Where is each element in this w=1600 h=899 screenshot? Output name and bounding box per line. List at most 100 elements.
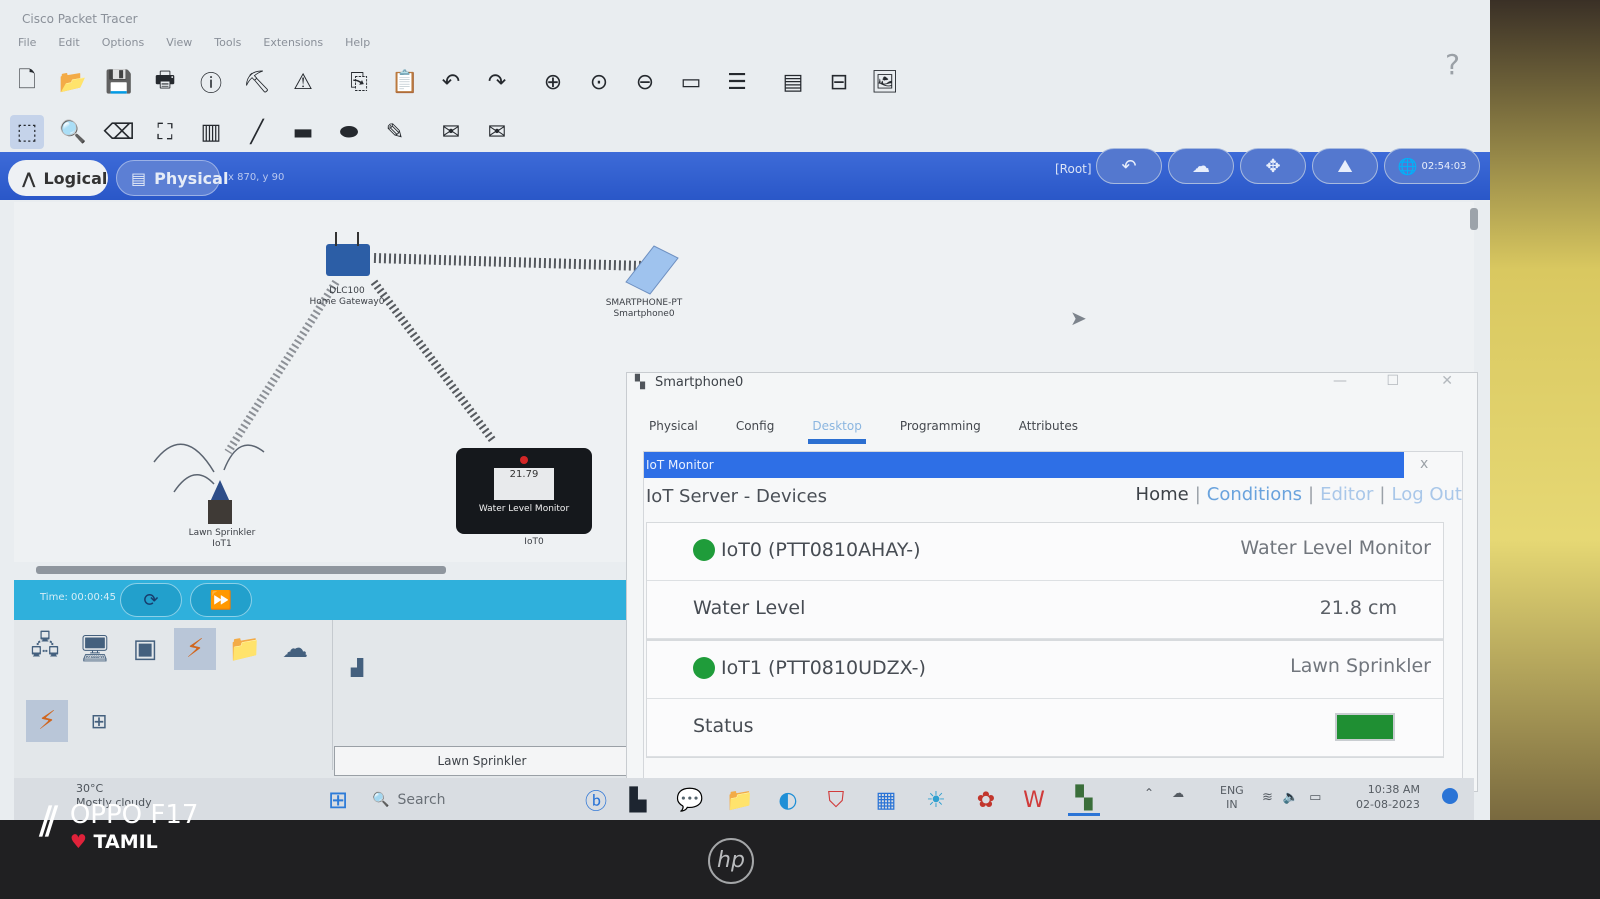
viewport-time[interactable]: 🌐 02:54:03 bbox=[1384, 148, 1480, 184]
wifi-icon[interactable]: ≋ bbox=[1262, 790, 1273, 805]
delete-icon[interactable]: ⌫ bbox=[102, 115, 136, 149]
iot-close-button[interactable]: x bbox=[1420, 456, 1428, 472]
menu-options[interactable]: Options bbox=[102, 36, 144, 56]
nav-conditions[interactable]: Conditions bbox=[1207, 484, 1302, 505]
task-view-icon[interactable]: ▙ bbox=[622, 784, 654, 816]
sprinkler-thumb-icon[interactable]: ▟ bbox=[336, 646, 378, 688]
end-devices-icon[interactable]: 🖥 bbox=[74, 628, 116, 670]
monitor-display: 21.79 bbox=[494, 468, 554, 500]
complex-pdu-icon[interactable]: ✉ bbox=[480, 115, 514, 149]
weather-app-icon[interactable]: ☀ bbox=[920, 784, 952, 816]
taskbar-clock[interactable]: 10:38 AM 02-08-2023 bbox=[1356, 782, 1420, 812]
move-icon[interactable]: ✥ bbox=[1240, 148, 1306, 184]
components-icon[interactable]: ▣ bbox=[124, 628, 166, 670]
zoom-reset-icon[interactable]: ⊙ bbox=[582, 65, 616, 99]
redo-icon[interactable]: ↷ bbox=[480, 65, 514, 99]
misc-icon[interactable]: 📁 bbox=[224, 628, 266, 670]
nav-logout[interactable]: Log Out bbox=[1391, 484, 1462, 505]
volume-icon[interactable]: 🔈 bbox=[1283, 790, 1299, 805]
menu-tools[interactable]: Tools bbox=[214, 36, 241, 56]
inspect-icon[interactable]: 🔍 bbox=[56, 115, 90, 149]
background-image-icon[interactable]: ⛰ bbox=[1312, 148, 1378, 184]
maximize-icon[interactable]: ☐ bbox=[1386, 373, 1399, 389]
paste-icon[interactable]: 📋 bbox=[388, 65, 422, 99]
tab-programming[interactable]: Programming bbox=[896, 415, 985, 444]
menu-extensions[interactable]: Extensions bbox=[263, 36, 323, 56]
wps-icon[interactable]: W bbox=[1018, 784, 1050, 816]
power-cycle-icon[interactable]: ⟳ bbox=[120, 583, 182, 617]
image-icon[interactable]: 🖼 bbox=[868, 65, 902, 99]
viewport-icon[interactable]: ▤ bbox=[776, 65, 810, 99]
mcafee-icon[interactable]: ⛉ bbox=[820, 784, 852, 816]
auto-connection-icon[interactable]: ⚡ bbox=[26, 700, 68, 742]
language-indicator[interactable]: ENG IN bbox=[1220, 784, 1244, 812]
print-icon[interactable]: 🖶 bbox=[148, 65, 182, 99]
save-icon[interactable]: 💾 bbox=[102, 65, 136, 99]
wizard-icon[interactable]: ⛏ bbox=[240, 65, 274, 99]
connections-icon[interactable]: ⚡ bbox=[174, 628, 216, 670]
grid-icon[interactable]: ⊞ bbox=[78, 700, 120, 742]
nav-home[interactable]: Home bbox=[1136, 484, 1189, 505]
tab-logical[interactable]: ⋀ Logical bbox=[8, 160, 108, 196]
cluster-icon[interactable]: ☁ bbox=[1168, 148, 1234, 184]
menu-view[interactable]: View bbox=[166, 36, 192, 56]
info-icon[interactable]: ⓘ bbox=[194, 65, 228, 99]
close-icon[interactable]: ✕ bbox=[1441, 373, 1453, 389]
taskbar-search[interactable]: 🔍 Search bbox=[364, 786, 564, 814]
back-icon[interactable]: ↶ bbox=[1096, 148, 1162, 184]
freeform-icon[interactable]: ✎ bbox=[378, 115, 412, 149]
onedrive-icon[interactable]: ☁ bbox=[1172, 786, 1184, 800]
store-icon[interactable]: ▦ bbox=[870, 784, 902, 816]
bing-icon[interactable]: ⓑ bbox=[580, 784, 612, 816]
chat-icon[interactable]: 💬 bbox=[674, 784, 706, 816]
edge-icon[interactable]: ◐ bbox=[772, 784, 804, 816]
menu-help[interactable]: Help bbox=[345, 36, 370, 56]
packet-tracer-icon[interactable]: ▚ bbox=[1068, 784, 1100, 816]
add-pdu-icon[interactable]: ✉ bbox=[434, 115, 468, 149]
resize-icon[interactable]: ⛶ bbox=[148, 115, 182, 149]
help-icon[interactable]: ? bbox=[1445, 48, 1460, 81]
device-name: IoT0 (PTT0810AHAY-) bbox=[721, 539, 921, 561]
vertical-scrollbar[interactable] bbox=[1470, 208, 1478, 230]
multiuser-icon[interactable]: ☁ bbox=[274, 628, 316, 670]
zoom-in-icon[interactable]: ⊕ bbox=[536, 65, 570, 99]
zoom-out-icon[interactable]: ⊖ bbox=[628, 65, 662, 99]
chevron-up-icon[interactable]: ⌃ bbox=[1144, 786, 1154, 800]
note-icon[interactable]: ▥ bbox=[194, 115, 228, 149]
device-row-header[interactable]: IoT1 (PTT0810UDZX-) Lawn Sprinkler bbox=[647, 641, 1443, 699]
notification-icon[interactable] bbox=[1442, 788, 1458, 804]
palette-icon[interactable]: ▭ bbox=[674, 65, 708, 99]
custom-device-icon[interactable]: ☰ bbox=[720, 65, 754, 99]
tab-attributes[interactable]: Attributes bbox=[1015, 415, 1082, 444]
device-card-iot0: IoT0 (PTT0810AHAY-) Water Level Monitor … bbox=[646, 522, 1444, 640]
undo-icon[interactable]: ↶ bbox=[434, 65, 468, 99]
sprinkler-status-toggle[interactable] bbox=[1335, 713, 1395, 741]
open-folder-icon[interactable]: 📂 bbox=[56, 65, 90, 99]
tab-physical[interactable]: ▤ Physical bbox=[116, 160, 228, 196]
select-icon[interactable]: ⬚ bbox=[10, 115, 44, 149]
weather-temp: 30°C bbox=[76, 782, 104, 795]
network-devices-icon[interactable]: 🖧 bbox=[24, 628, 66, 670]
nav-editor[interactable]: Editor bbox=[1320, 484, 1373, 505]
menu-edit[interactable]: Edit bbox=[58, 36, 79, 56]
windows-start-icon[interactable]: ⊞ bbox=[328, 786, 348, 814]
line-icon[interactable]: ╱ bbox=[240, 115, 274, 149]
app-icon[interactable]: ✿ bbox=[970, 784, 1002, 816]
network-info-icon[interactable]: ⚠ bbox=[286, 65, 320, 99]
fast-forward-icon[interactable]: ⏩ bbox=[190, 583, 252, 617]
menu-file[interactable]: File bbox=[18, 36, 36, 56]
rectangle-icon[interactable]: ▬ bbox=[286, 115, 320, 149]
minimize-icon[interactable]: — bbox=[1333, 373, 1347, 389]
tab-desktop[interactable]: Desktop bbox=[808, 415, 866, 444]
device-row-header[interactable]: IoT0 (PTT0810AHAY-) Water Level Monitor bbox=[647, 523, 1443, 581]
cable-icon[interactable]: ⊟ bbox=[822, 65, 856, 99]
tab-config[interactable]: Config bbox=[732, 415, 779, 444]
horizontal-scrollbar[interactable] bbox=[36, 566, 446, 574]
new-file-icon[interactable]: 🗋 bbox=[10, 65, 44, 99]
tab-physical-device[interactable]: Physical bbox=[645, 415, 702, 444]
water-level-monitor-device[interactable]: 21.79 Water Level Monitor bbox=[456, 448, 592, 534]
copy-icon[interactable]: ⎘ bbox=[342, 65, 376, 99]
ellipse-icon[interactable]: ⬬ bbox=[332, 115, 366, 149]
battery-icon[interactable]: ▭ bbox=[1309, 790, 1321, 805]
file-explorer-icon[interactable]: 📁 bbox=[724, 784, 756, 816]
